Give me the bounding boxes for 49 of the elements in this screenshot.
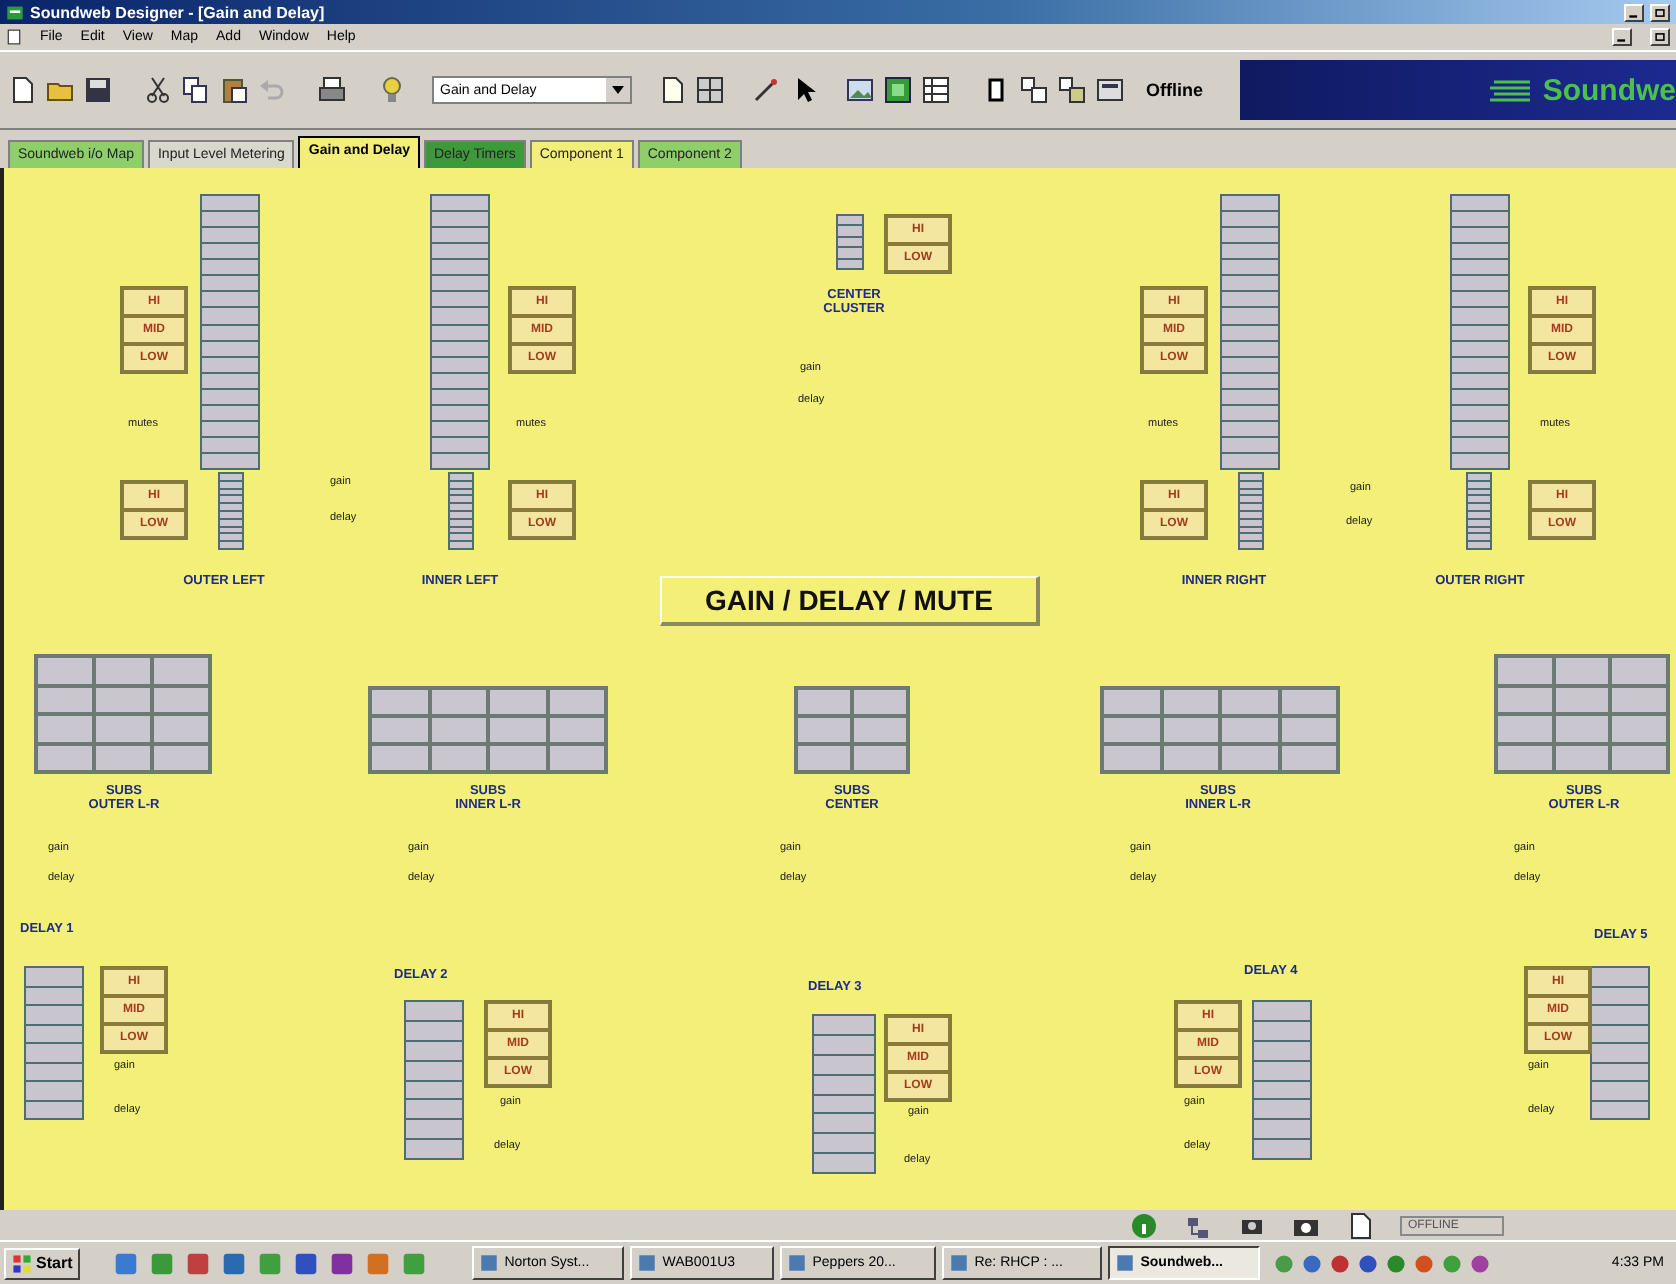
connection-status: Offline <box>1146 80 1203 100</box>
wand-icon[interactable] <box>752 76 780 104</box>
table-icon[interactable] <box>922 76 950 104</box>
minimize-icon[interactable] <box>1612 28 1632 46</box>
image-icon[interactable] <box>884 76 912 104</box>
windows-icon[interactable] <box>1020 76 1048 104</box>
speaker-grid-drawing <box>794 686 910 774</box>
info-icon[interactable] <box>1130 1211 1158 1239</box>
app-icon[interactable] <box>222 1251 247 1275</box>
tray-icon[interactable] <box>1414 1253 1435 1273</box>
restore-icon[interactable] <box>1650 28 1670 46</box>
app-icon <box>950 1254 969 1272</box>
tray-icon[interactable] <box>1330 1253 1351 1273</box>
restore-icon[interactable] <box>1650 3 1670 21</box>
document-icon[interactable] <box>658 76 686 104</box>
minimize-icon[interactable] <box>1624 3 1644 21</box>
app-icon <box>788 1254 807 1272</box>
cut-icon[interactable] <box>144 76 172 104</box>
windows-icon[interactable] <box>1058 76 1086 104</box>
app-icon <box>6 3 24 21</box>
tray-icon[interactable] <box>1358 1253 1379 1273</box>
panel-icon[interactable] <box>1096 76 1124 104</box>
brand-text: Soundwe <box>1542 73 1676 107</box>
window-title: Soundweb Designer - [Gain and Delay] <box>30 3 327 21</box>
tray-icon[interactable] <box>1302 1253 1323 1273</box>
app-icon[interactable] <box>186 1251 211 1275</box>
save-icon[interactable] <box>84 76 112 104</box>
app-icon <box>1116 1254 1135 1272</box>
lightbulb-icon[interactable] <box>378 76 406 104</box>
grid-icon[interactable] <box>696 76 724 104</box>
app-icon[interactable] <box>294 1251 319 1275</box>
print-icon[interactable] <box>318 76 346 104</box>
app-icon <box>638 1254 657 1272</box>
app-icon[interactable] <box>330 1251 355 1275</box>
app-icon[interactable] <box>114 1251 139 1275</box>
caret-icon <box>606 78 630 102</box>
app-icon <box>480 1254 499 1272</box>
document-icon <box>6 28 22 46</box>
tray-icon[interactable] <box>1386 1253 1407 1273</box>
windows-logo-icon <box>12 1253 32 1273</box>
new-file-icon[interactable] <box>8 76 36 104</box>
start-button[interactable]: Start <box>4 1247 81 1279</box>
speaker-stack-drawing <box>836 214 864 270</box>
copy-icon[interactable] <box>182 76 210 104</box>
paste-icon[interactable] <box>220 76 248 104</box>
image-icon[interactable] <box>846 76 874 104</box>
logo-icon <box>1490 78 1535 102</box>
tray-icon[interactable] <box>1470 1253 1491 1273</box>
page-heading: GAIN / DELAY / MUTE <box>660 576 1040 626</box>
